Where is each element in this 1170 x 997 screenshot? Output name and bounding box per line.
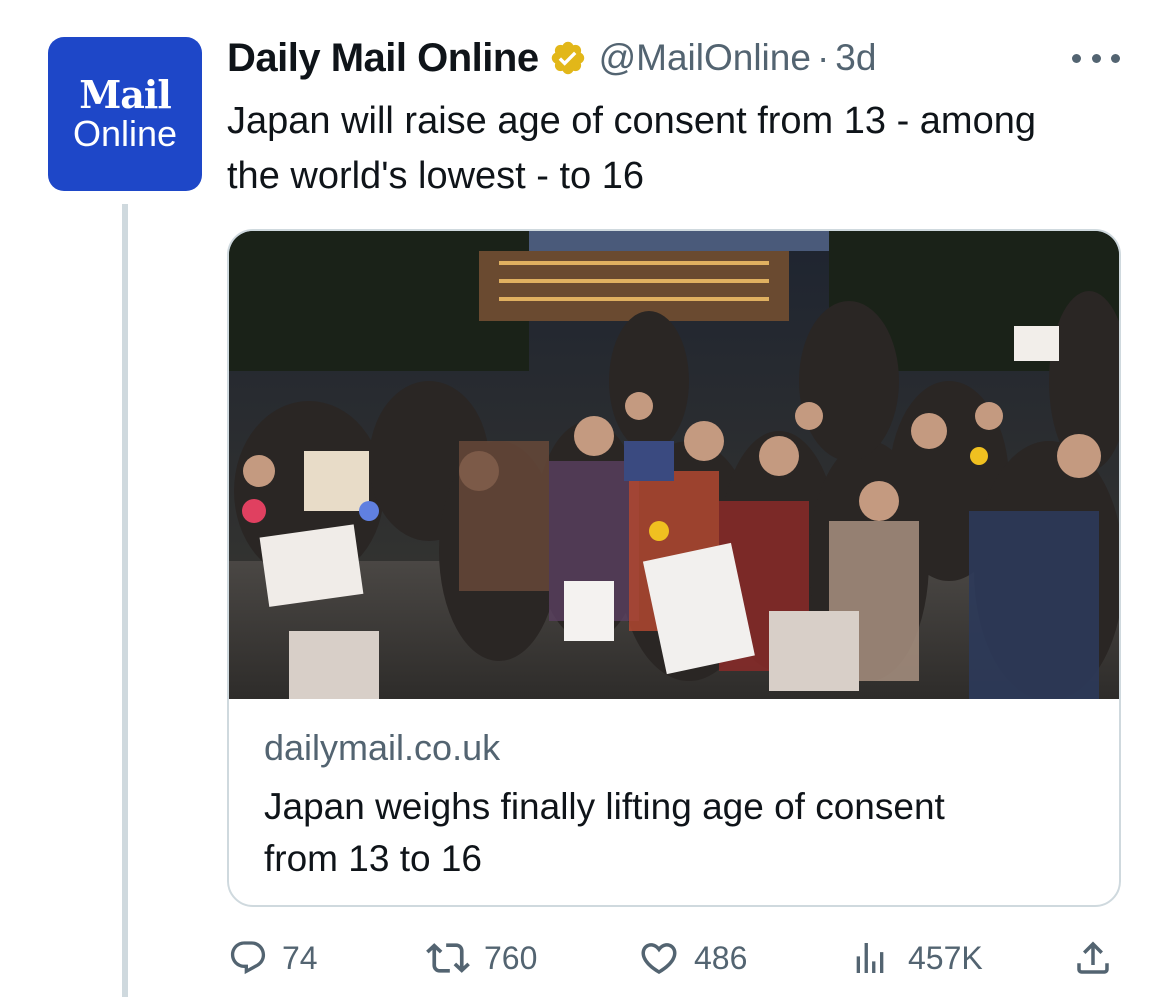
separator-dot: · xyxy=(816,37,830,78)
avatar-logo-line1: Mail xyxy=(79,72,172,117)
link-card[interactable]: dailymail.co.uk Japan weighs finally lif… xyxy=(227,229,1121,907)
bar-chart-icon xyxy=(850,938,890,978)
avatar[interactable]: Mail Online xyxy=(48,37,202,191)
views-count: 457K xyxy=(908,939,983,976)
tweet-text: Japan will raise age of consent from 13 … xyxy=(227,100,1036,197)
heart-icon xyxy=(638,937,680,979)
card-title: Japan weighs finally lifting age of cons… xyxy=(264,786,945,879)
timestamp[interactable]: 3d xyxy=(835,37,876,79)
reply-icon xyxy=(228,938,268,978)
card-domain: dailymail.co.uk xyxy=(264,727,501,768)
like-count: 486 xyxy=(694,939,748,976)
author-handle[interactable]: @MailOnline xyxy=(599,37,811,79)
retweet-icon xyxy=(426,936,470,980)
author-name[interactable]: Daily Mail Online xyxy=(227,36,539,81)
like-button[interactable]: 486 xyxy=(638,930,747,986)
retweet-button[interactable]: 760 xyxy=(426,930,537,986)
thread-line xyxy=(122,204,128,997)
card-body[interactable]: dailymail.co.uk Japan weighs finally lif… xyxy=(229,699,1119,905)
views-button[interactable]: 457K xyxy=(850,930,983,986)
share-icon xyxy=(1072,937,1114,979)
reply-count: 74 xyxy=(282,939,318,976)
retweet-count: 760 xyxy=(484,939,538,976)
card-image[interactable] xyxy=(229,231,1119,701)
share-button[interactable] xyxy=(1072,930,1114,986)
reply-button[interactable]: 74 xyxy=(228,930,318,986)
more-options-icon[interactable] xyxy=(1072,48,1120,68)
avatar-logo-line2: Online xyxy=(72,113,178,154)
tweet-header: Daily Mail Online @MailOnline · 3d xyxy=(227,32,876,84)
verified-badge-icon[interactable] xyxy=(549,39,587,77)
tweet-actions: 74 760 486 457K xyxy=(226,930,1126,986)
